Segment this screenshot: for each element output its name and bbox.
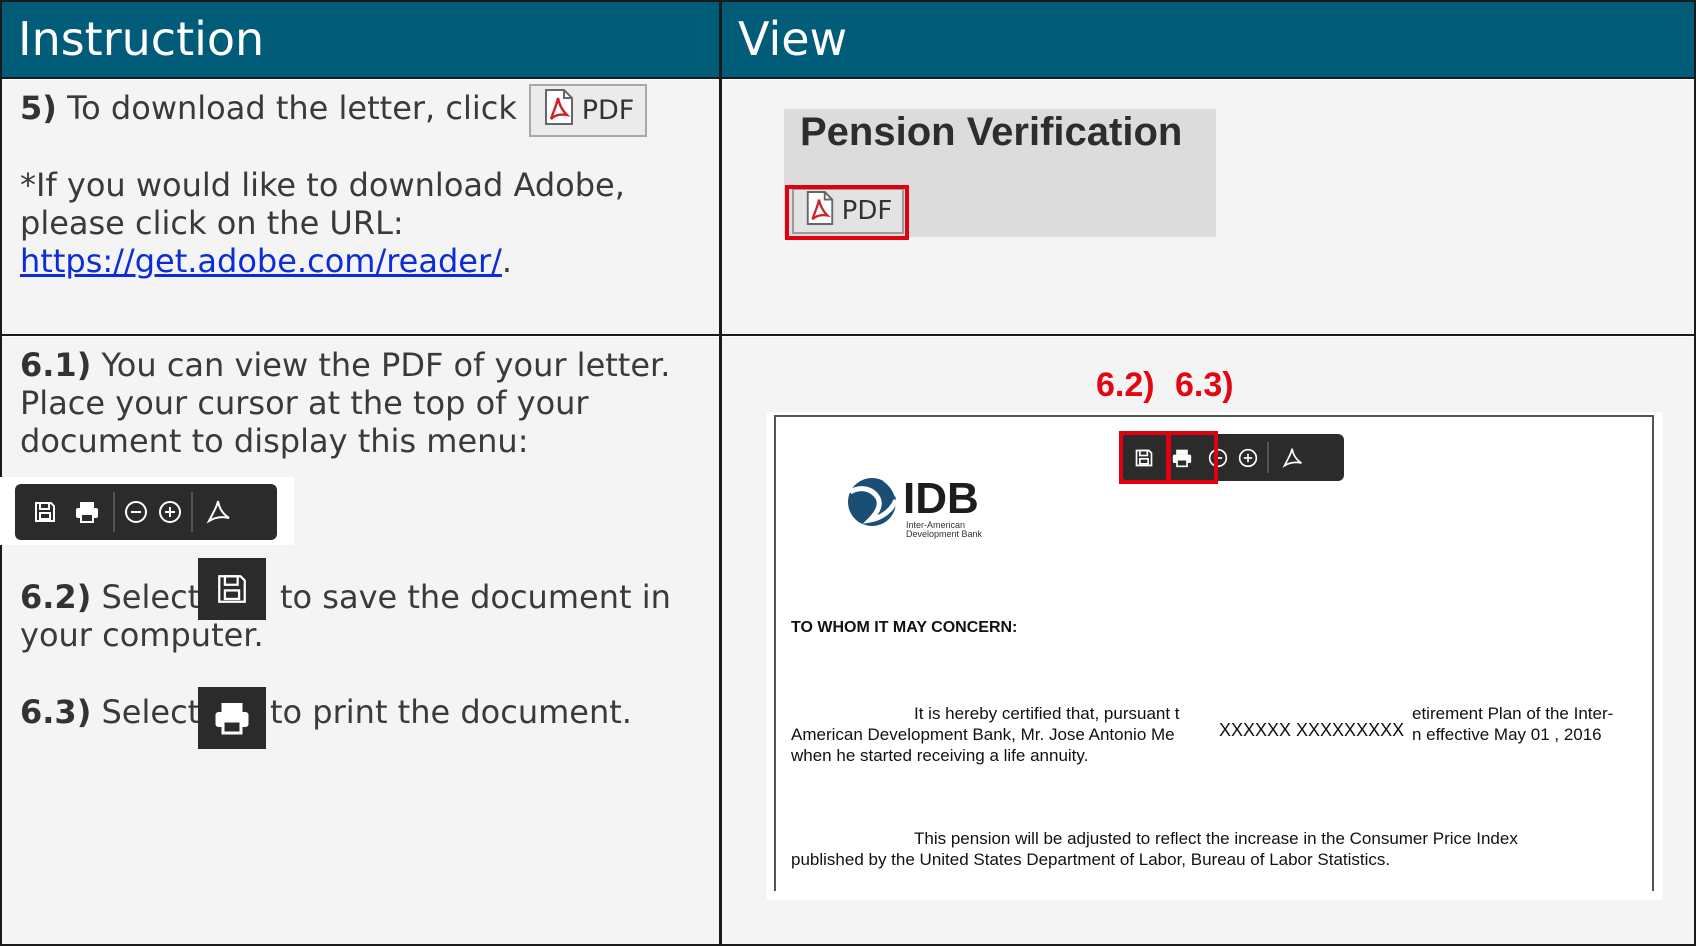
para1-line1-b: etirement Plan of the Inter- [1412,704,1614,723]
salutation: TO WHOM IT MAY CONCERN: [791,619,1018,636]
pdf-toolbar-example [15,484,277,540]
para1-line2-a: American Development Bank, Mr. Jose Anto… [791,725,1175,744]
adobe-reader-link[interactable]: https://get.adobe.com/reader/ [20,242,502,280]
step61-line1: 6.1) You can view the PDF of your letter… [20,346,670,384]
pdf-icon [542,88,576,133]
step62-number: 6.2) [20,578,92,616]
zoom-in-icon[interactable] [1233,448,1263,468]
pdf-download-button[interactable]: PDF [529,84,647,137]
save-icon[interactable] [25,500,65,524]
toolbar-separator [191,492,193,532]
para1-line2-b: n effective May 01 , 2016 [1412,725,1602,744]
adobe-url-line: https://get.adobe.com/reader/. [20,242,512,280]
step5-number: 5) [20,89,57,127]
step63-select: Select [101,693,201,731]
step63-line-b: to print the document. [270,693,632,731]
step5-text: 5) To download the letter, click [20,89,517,127]
url-period: . [501,242,513,280]
label-6-3: 6.3) [1175,366,1234,404]
print-icon[interactable] [65,500,109,524]
zoom-out-icon[interactable] [119,500,153,524]
step62-line1-a: 6.2) Select [20,578,200,616]
step62-line2: your computer. [20,616,264,654]
label-6-2: 6.2) [1096,366,1155,404]
para1-line1-a: It is hereby certified that, pursuant t [914,704,1180,723]
zoom-in-icon[interactable] [153,500,187,524]
print-icon [198,687,266,749]
step61-line3: document to display this menu: [20,422,529,460]
para1-line3: when he started receiving a life annuity… [791,746,1089,765]
step62-select: Select [101,578,201,616]
adobe-icon[interactable] [197,499,241,525]
step61-text: You can view the PDF of your letter. [101,346,671,384]
step62-line1-b: to save the document in [280,578,671,616]
pdf-highlight-box [785,185,909,240]
toolbar-separator [113,492,115,532]
pdf-button-label: PDF [581,95,635,126]
tutorial-slide: Instruction View 5) To download the lett… [0,0,1696,946]
print-highlight-box [1167,431,1218,484]
para2-line1: This pension will be adjusted to reflect… [914,829,1518,848]
pension-verification-title: Pension Verification [800,110,1183,154]
step61-number: 6.1) [20,346,92,384]
adobe-icon[interactable] [1273,447,1313,469]
idb-logo-subtitle-2: Development Bank [906,529,983,539]
idb-logo [842,474,906,535]
step63-number: 6.3) [20,693,92,731]
idb-logo-text: IDB [903,474,979,523]
globe-icon [848,478,899,526]
toolbar-separator [1267,442,1269,473]
save-icon [198,558,266,620]
adobe-line2: please click on the URL: [20,204,404,242]
adobe-line1: *If you would like to download Adobe, [20,166,625,204]
step61-line2: Place your cursor at the top of your [20,384,589,422]
step63-line-a: 6.3) Select [20,693,200,731]
redacted-name: XXXXXX XXXXXXXXX [1219,720,1405,740]
step5-instruction: To download the letter, click [67,89,517,127]
para2-line2: published by the United States Departmen… [791,850,1391,869]
save-highlight-box [1119,431,1170,484]
